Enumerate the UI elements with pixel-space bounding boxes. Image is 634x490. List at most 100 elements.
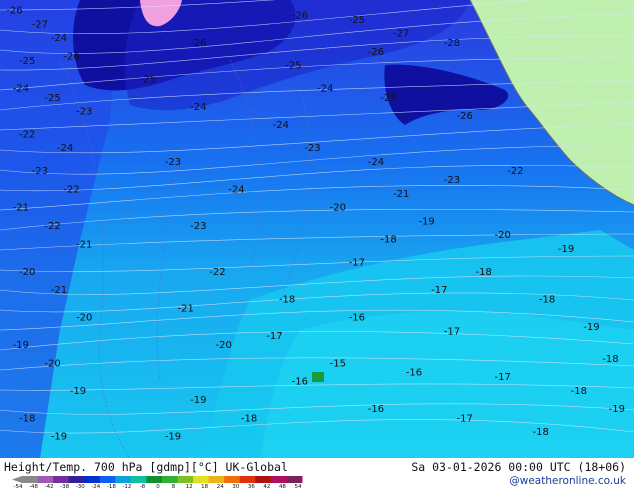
- legend-swatch: [286, 476, 303, 483]
- contour-label: -26: [292, 10, 308, 21]
- contour-label: -25: [19, 56, 35, 67]
- contour-label: -17: [266, 331, 282, 342]
- contour-label: -18: [476, 267, 492, 278]
- contour-label: -17: [431, 285, 447, 296]
- contour-label: -25: [44, 93, 60, 104]
- contour-label: -20: [19, 267, 35, 278]
- legend-tick-label: -54: [13, 484, 23, 490]
- legend-swatch: [130, 476, 147, 483]
- contour-label: -24: [317, 84, 333, 95]
- legend-tick-label: 18: [201, 484, 209, 490]
- contour-label: -23: [165, 157, 181, 168]
- contour-label: -26: [6, 6, 22, 17]
- legend-tick-label: 48: [278, 484, 286, 490]
- contour-label: -17: [495, 372, 511, 383]
- legend-swatch: [84, 476, 101, 483]
- contour-label: -27: [393, 29, 409, 40]
- contour-label: -20: [76, 313, 92, 324]
- legend-tick-label: 54: [294, 484, 302, 490]
- contour-label: -25: [349, 15, 365, 26]
- legend-tick-label: 12: [185, 484, 193, 490]
- legend-swatch: [99, 476, 116, 483]
- contour-label: -24: [368, 157, 384, 168]
- contour-label: -28: [444, 38, 460, 49]
- contour-label: -25: [285, 61, 301, 72]
- contour-label: -24: [228, 184, 244, 195]
- contour-label: -21: [51, 285, 67, 296]
- legend-swatch: [177, 476, 194, 483]
- contour-label: -18: [19, 413, 35, 424]
- contour-label: -21: [178, 303, 194, 314]
- contour-label: -19: [165, 432, 181, 443]
- legend-tick-label: 8: [171, 484, 176, 490]
- legend-swatch: [146, 476, 163, 483]
- contour-label: -15: [330, 358, 346, 369]
- legend-tick-label: -18: [106, 484, 116, 490]
- legend-tick-label: -48: [29, 484, 39, 490]
- contour-label: -23: [190, 221, 206, 232]
- contour-label: -24: [190, 102, 206, 113]
- legend-tick-label: 42: [263, 484, 271, 490]
- contour-label: -25: [380, 93, 396, 104]
- contour-label: -20: [330, 203, 346, 214]
- contour-label: -23: [76, 107, 92, 118]
- contour-label: -18: [571, 386, 587, 397]
- location-marker: [312, 372, 324, 382]
- legend-tick-label: 30: [232, 484, 240, 490]
- contour-label: -24: [273, 120, 289, 131]
- legend-tick-label: -12: [122, 484, 132, 490]
- valid-datetime: Sa 03-01-2026 00:00 UTC (18+06): [411, 460, 626, 474]
- legend-swatch: [37, 476, 54, 483]
- legend-swatch: [115, 476, 132, 483]
- contour-label: -18: [241, 413, 257, 424]
- legend-tick-label: -24: [91, 484, 101, 490]
- legend-swatch: [224, 476, 241, 483]
- contour-label: -23: [444, 175, 460, 186]
- contour-label: -17: [456, 413, 472, 424]
- legend-swatch: [162, 476, 179, 483]
- contour-label: -20: [495, 230, 511, 241]
- contour-label: -16: [349, 313, 365, 324]
- contour-label: -16: [406, 368, 422, 379]
- contour-label: -18: [539, 294, 555, 305]
- contour-label: -19: [558, 244, 574, 255]
- footer-bar: Height/Temp. 700 hPa [gdmp][°C] UK-Globa…: [0, 458, 634, 490]
- contour-label: -16: [368, 404, 384, 415]
- legend-swatch: [208, 476, 225, 483]
- contour-label: -19: [583, 322, 599, 333]
- contour-label: -19: [51, 432, 67, 443]
- contour-label: -18: [602, 354, 618, 365]
- legend-arrow-low: [12, 476, 22, 483]
- contour-label: -22: [19, 129, 35, 140]
- legend-swatch: [68, 476, 85, 483]
- legend-swatch: [270, 476, 287, 483]
- contour-label: -20: [44, 358, 60, 369]
- legend-tick-label: 0: [156, 484, 160, 490]
- contour-label: -21: [13, 203, 29, 214]
- credit-link[interactable]: @weatheronline.co.uk: [509, 475, 626, 487]
- contour-label: -17: [349, 258, 365, 269]
- legend-tick-label: -38: [60, 484, 70, 490]
- legend-swatch: [193, 476, 210, 483]
- contour-label: -21: [76, 239, 92, 250]
- contour-label: -18: [380, 235, 396, 246]
- contour-label: -18: [279, 294, 295, 305]
- contour-label: -22: [209, 267, 225, 278]
- contour-label: -19: [418, 216, 434, 227]
- contour-label: -27: [32, 19, 48, 30]
- legend-swatch: [53, 476, 70, 483]
- contour-label: -26: [456, 111, 472, 122]
- contour-label: -22: [507, 166, 523, 177]
- contour-label: -19: [70, 386, 86, 397]
- legend-swatch: [239, 476, 256, 483]
- legend-swatch: [22, 476, 39, 483]
- legend-tick-label: -30: [75, 484, 85, 490]
- contour-label: -19: [190, 395, 206, 406]
- contour-label: -20: [216, 340, 232, 351]
- legend-tick-label: -42: [44, 484, 54, 490]
- contour-label: -24: [57, 143, 73, 154]
- contour-label: -24: [13, 84, 29, 95]
- contour-label: -17: [444, 326, 460, 337]
- legend-swatch: [255, 476, 272, 483]
- contour-label: -26: [63, 52, 79, 63]
